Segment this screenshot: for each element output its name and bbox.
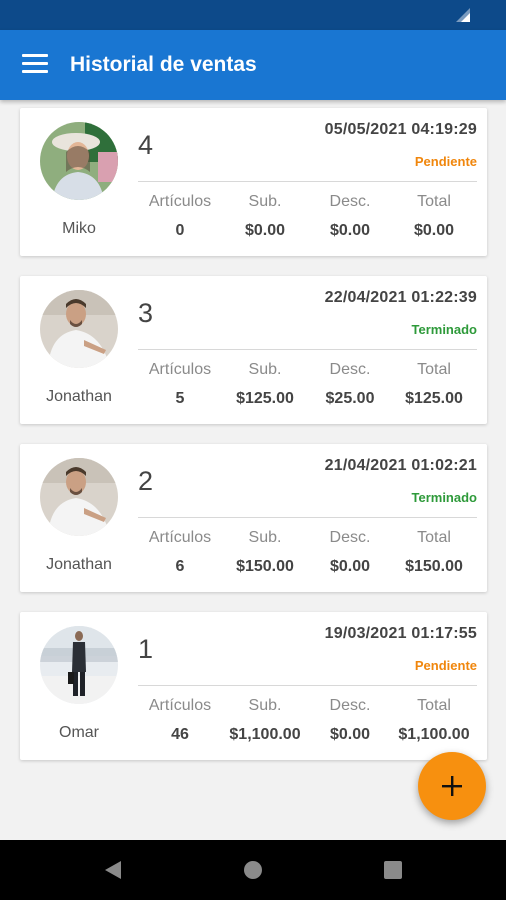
total-label: Total	[417, 361, 451, 378]
status-badge: Pendiente	[414, 154, 477, 169]
status-bar	[0, 0, 506, 30]
divider	[138, 685, 477, 686]
customer-name: Jonathan	[46, 556, 112, 573]
add-sale-button[interactable]	[418, 752, 486, 820]
menu-icon[interactable]	[22, 54, 48, 76]
total-value: $150.00	[405, 558, 463, 575]
avatar	[40, 122, 118, 200]
app-bar: Historial de ventas	[0, 30, 506, 100]
sale-number: 2	[138, 466, 154, 496]
sale-date: 05/05/2021 04:19:29	[324, 121, 477, 138]
customer-name: Miko	[62, 220, 96, 237]
avatar	[40, 626, 118, 704]
sale-number: 4	[138, 130, 154, 160]
total-value: $1,100.00	[398, 726, 470, 743]
recents-icon[interactable]	[383, 860, 403, 880]
back-icon[interactable]	[103, 860, 123, 880]
system-nav-bar	[0, 840, 506, 900]
sale-card[interactable]: Jonathan 3 22/04/2021 01:22:39 Terminado…	[20, 276, 487, 424]
divider	[138, 349, 477, 350]
home-icon[interactable]	[243, 860, 263, 880]
sale-date: 22/04/2021 01:22:39	[324, 289, 477, 306]
signal-icon	[456, 8, 470, 22]
status-badge: Pendiente	[414, 658, 477, 673]
total-value: $125.00	[405, 390, 463, 407]
sale-card[interactable]: Miko 4 05/05/2021 04:19:29 Pendiente Art…	[20, 108, 487, 256]
sales-list: Miko 4 05/05/2021 04:19:29 Pendiente Art…	[0, 100, 506, 840]
plus-icon	[442, 776, 462, 796]
divider	[138, 517, 477, 518]
sale-date: 19/03/2021 01:17:55	[324, 625, 477, 642]
customer-name: Jonathan	[46, 388, 112, 405]
sale-number: 1	[138, 634, 154, 664]
sale-card[interactable]: Jonathan 2 21/04/2021 01:02:21 Terminado…	[20, 444, 487, 592]
page-title: Historial de ventas	[70, 53, 257, 76]
sale-number: 3	[138, 298, 154, 328]
sale-date: 21/04/2021 01:02:21	[324, 457, 477, 474]
avatar	[40, 458, 118, 536]
total-value: $0.00	[413, 222, 455, 239]
customer-name: Omar	[59, 724, 99, 741]
sale-card[interactable]: Omar 1 19/03/2021 01:17:55 Pendiente Art…	[20, 612, 487, 760]
total-label: Total	[417, 697, 451, 714]
status-badge: Terminado	[411, 322, 478, 337]
status-badge: Terminado	[411, 490, 478, 505]
total-label: Total	[417, 529, 451, 546]
total-label: Total	[417, 193, 451, 210]
divider	[138, 181, 477, 182]
avatar	[40, 290, 118, 368]
